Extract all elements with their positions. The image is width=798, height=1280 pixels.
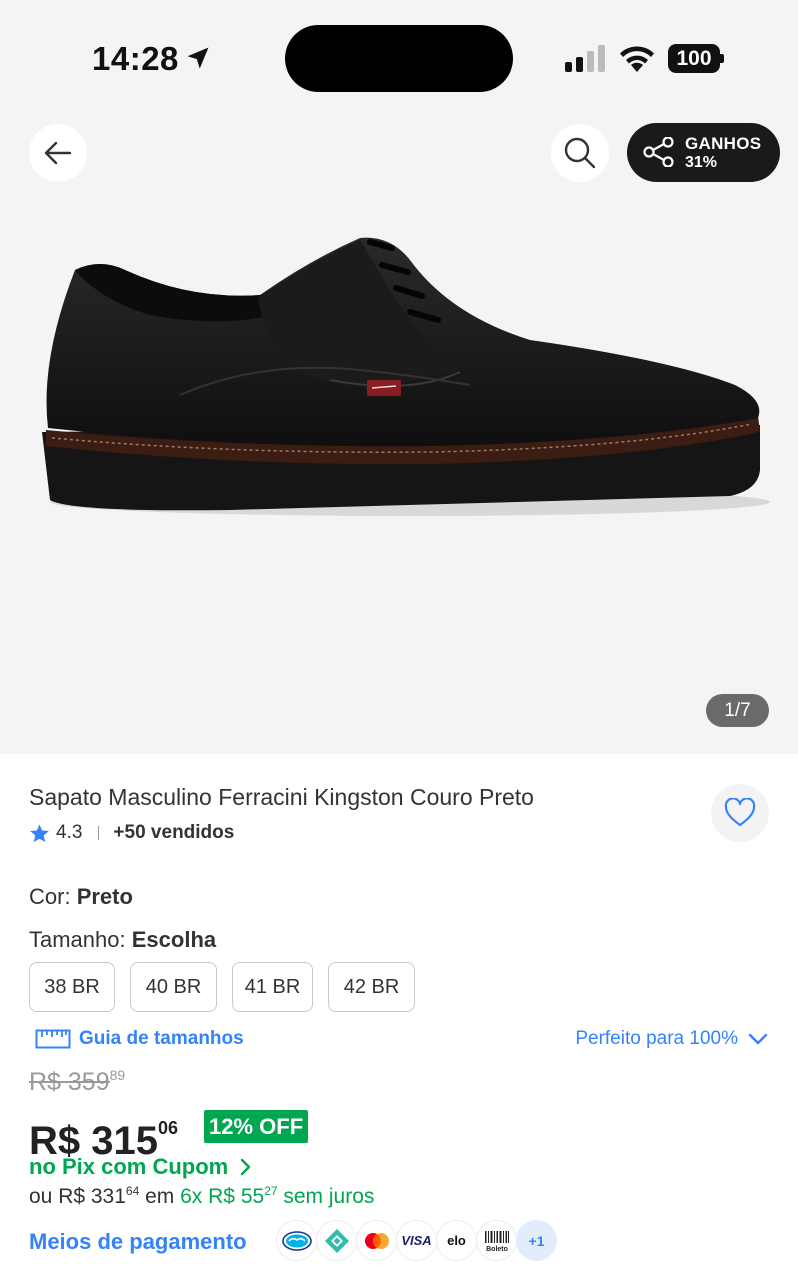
fit-info-toggle[interactable]: Perfeito para 100% — [575, 1026, 768, 1052]
color-value: Preto — [76, 884, 133, 909]
rating-divider — [98, 826, 100, 840]
size-value: Escolha — [131, 927, 217, 952]
status-time: 14:28 — [92, 40, 179, 77]
size-option-41[interactable]: 41 BR — [232, 962, 313, 1012]
color-label: Cor: — [29, 884, 71, 909]
size-guide-link[interactable]: Guia de tamanhos — [35, 1026, 244, 1052]
share-icon — [643, 137, 674, 167]
cellular-signal-icon — [565, 45, 605, 72]
boleto-icon: Boleto — [476, 1220, 517, 1261]
product-image[interactable] — [30, 220, 770, 530]
battery-indicator: 100 — [668, 44, 724, 73]
share-earnings-button[interactable]: GANHOS 31% — [627, 123, 780, 182]
installment-plan-cents: 27 — [264, 1184, 278, 1198]
size-selector: Tamanho: Escolha — [29, 927, 216, 953]
chevron-down-icon — [748, 1033, 768, 1045]
size-option-40[interactable]: 40 BR — [130, 962, 217, 1012]
discount-badge: 12% OFF — [204, 1110, 309, 1143]
share-title: GANHOS — [685, 134, 762, 153]
size-option-38[interactable]: 38 BR — [29, 962, 115, 1012]
arrow-left-icon — [44, 141, 72, 165]
search-button[interactable] — [551, 124, 609, 182]
search-icon — [564, 137, 596, 169]
rating-row[interactable]: 4.3 +50 vendidos — [29, 820, 234, 846]
battery-level: 100 — [668, 44, 720, 73]
installment-connector: em — [139, 1185, 181, 1208]
ruler-icon — [35, 1029, 71, 1049]
pix-coupon-link[interactable]: no Pix com Cupom — [29, 1154, 252, 1180]
rating-value: 4.3 — [56, 822, 83, 843]
color-selector: Cor: Preto — [29, 884, 133, 910]
favorite-button[interactable] — [711, 784, 769, 842]
dynamic-island — [285, 25, 513, 92]
original-price-cents: 89 — [109, 1067, 126, 1083]
fit-label: Perfeito para 100% — [575, 1028, 738, 1049]
pix-icon — [316, 1220, 357, 1261]
size-option-42[interactable]: 42 BR — [328, 962, 415, 1012]
installment-total-cents: 64 — [125, 1184, 140, 1198]
location-arrow-icon — [187, 47, 209, 69]
back-button[interactable] — [29, 124, 87, 182]
installment-total: ou R$ 331 — [29, 1185, 126, 1208]
original-price-main: R$ 359 — [29, 1068, 110, 1096]
mastercard-icon — [356, 1220, 397, 1261]
svg-text:Boleto: Boleto — [486, 1246, 508, 1253]
heart-icon — [724, 798, 756, 827]
elo-icon: elo — [436, 1220, 477, 1261]
share-percent: 31% — [685, 154, 718, 171]
image-pager: 1/7 — [706, 694, 769, 727]
size-label: Tamanho: — [29, 927, 126, 952]
payment-methods-icons[interactable]: VISA elo Boleto +1 — [276, 1220, 557, 1261]
installment-suffix: sem juros — [277, 1185, 375, 1208]
payment-methods-link[interactable]: Meios de pagamento — [29, 1229, 247, 1255]
installment-plan: 6x R$ 55 — [180, 1185, 265, 1208]
product-title: Sapato Masculino Ferracini Kingston Cour… — [29, 784, 534, 810]
pix-coupon-label: no Pix com Cupom — [29, 1154, 229, 1179]
product-info: Sapato Masculino Ferracini Kingston Cour… — [0, 754, 798, 1280]
sold-count: +50 vendidos — [113, 822, 235, 843]
product-gallery[interactable]: 14:28 100 GANHOS 31% 1/7 — [0, 0, 798, 754]
chevron-right-icon — [241, 1158, 251, 1176]
battery-cap — [720, 54, 724, 63]
current-price-cents: 06 — [157, 1118, 179, 1138]
visa-icon: VISA — [396, 1220, 437, 1261]
star-icon — [30, 823, 49, 842]
size-guide-label: Guia de tamanhos — [79, 1028, 244, 1049]
installments-info: ou R$ 33164 em 6x R$ 5527 sem juros — [29, 1184, 374, 1209]
wifi-icon — [620, 46, 654, 72]
status-bar: 14:28 100 — [0, 0, 798, 110]
mercado-pago-icon — [276, 1220, 317, 1261]
original-price: R$ 35989 — [29, 1067, 125, 1097]
more-payment-methods-badge[interactable]: +1 — [516, 1220, 557, 1261]
